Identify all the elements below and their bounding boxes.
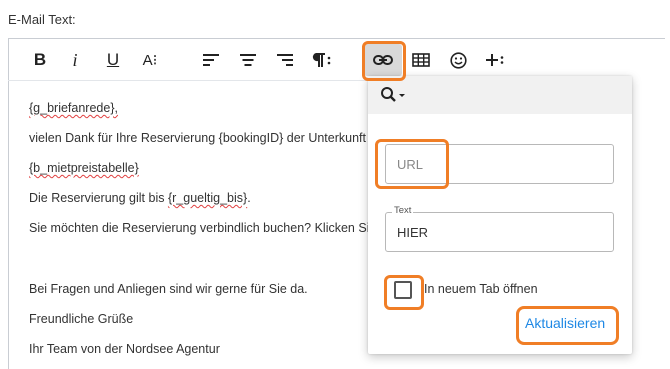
editor-line-price-table: {b_mietpreistabelle} bbox=[29, 161, 139, 175]
editor-line-booking-question: Sie möchten die Reservierung verbindlich… bbox=[29, 221, 377, 235]
search-icon bbox=[381, 87, 405, 102]
highlight-update-button bbox=[516, 306, 619, 345]
field-label: E-Mail Text: bbox=[8, 12, 76, 27]
align-left-icon bbox=[203, 54, 219, 66]
insert-more-button[interactable] bbox=[484, 46, 508, 74]
emoji-icon bbox=[449, 51, 467, 69]
paragraph-icon bbox=[312, 53, 331, 67]
paragraph-format-button[interactable] bbox=[310, 46, 334, 74]
align-center-icon bbox=[240, 54, 256, 66]
valid-until-suffix: . bbox=[247, 191, 251, 205]
table-icon bbox=[412, 53, 430, 67]
toolbar-divider bbox=[8, 80, 368, 81]
bold-button[interactable]: B bbox=[30, 46, 50, 74]
highlight-new-tab-checkbox bbox=[384, 275, 424, 310]
insert-emoji-button[interactable] bbox=[447, 46, 469, 74]
insert-table-button[interactable] bbox=[410, 46, 432, 74]
align-right-icon bbox=[277, 54, 293, 66]
editor-line-thanks: vielen Dank für Ihre Reservierung {booki… bbox=[29, 131, 381, 145]
underline-icon: U bbox=[106, 50, 120, 69]
new-tab-label: In neuem Tab öffnen bbox=[424, 282, 538, 296]
highlight-link-button bbox=[362, 41, 406, 81]
editor-line-signature: Ihr Team von der Nordsee Agentur bbox=[29, 342, 220, 356]
font-size-button[interactable]: A⁝ bbox=[138, 46, 162, 74]
link-text-legend: Text bbox=[392, 205, 414, 216]
align-center-button[interactable] bbox=[238, 46, 258, 74]
link-text-value: HIER bbox=[397, 225, 429, 240]
valid-until-variable: {r_gueltig_bis} bbox=[167, 191, 248, 205]
thanks-text: vielen Dank für Ihre Reservierung {booki… bbox=[29, 131, 374, 145]
editor-line-salutation: {g_briefanrede}, bbox=[29, 101, 118, 115]
underline-button[interactable]: U bbox=[103, 46, 123, 74]
highlight-url-input bbox=[375, 139, 449, 189]
font-size-icon: A⁝ bbox=[142, 52, 158, 69]
valid-until-prefix: Die Reservierung gilt bis bbox=[29, 191, 168, 205]
bold-icon: B bbox=[33, 50, 47, 69]
link-search-button[interactable] bbox=[380, 86, 410, 106]
align-left-button[interactable] bbox=[201, 46, 221, 74]
link-text-input[interactable]: HIER bbox=[385, 212, 614, 252]
editor-line-questions: Bei Fragen und Anliegen sind wir gerne f… bbox=[29, 282, 308, 296]
insert-more-icon bbox=[486, 54, 504, 66]
editor-line-greeting: Freundliche Grüße bbox=[29, 312, 134, 326]
editor-line-valid-until: Die Reservierung gilt bis {r_gueltig_bis… bbox=[29, 191, 251, 205]
italic-button[interactable]: i bbox=[66, 46, 84, 74]
align-right-button[interactable] bbox=[275, 46, 295, 74]
italic-icon: i bbox=[72, 49, 78, 70]
